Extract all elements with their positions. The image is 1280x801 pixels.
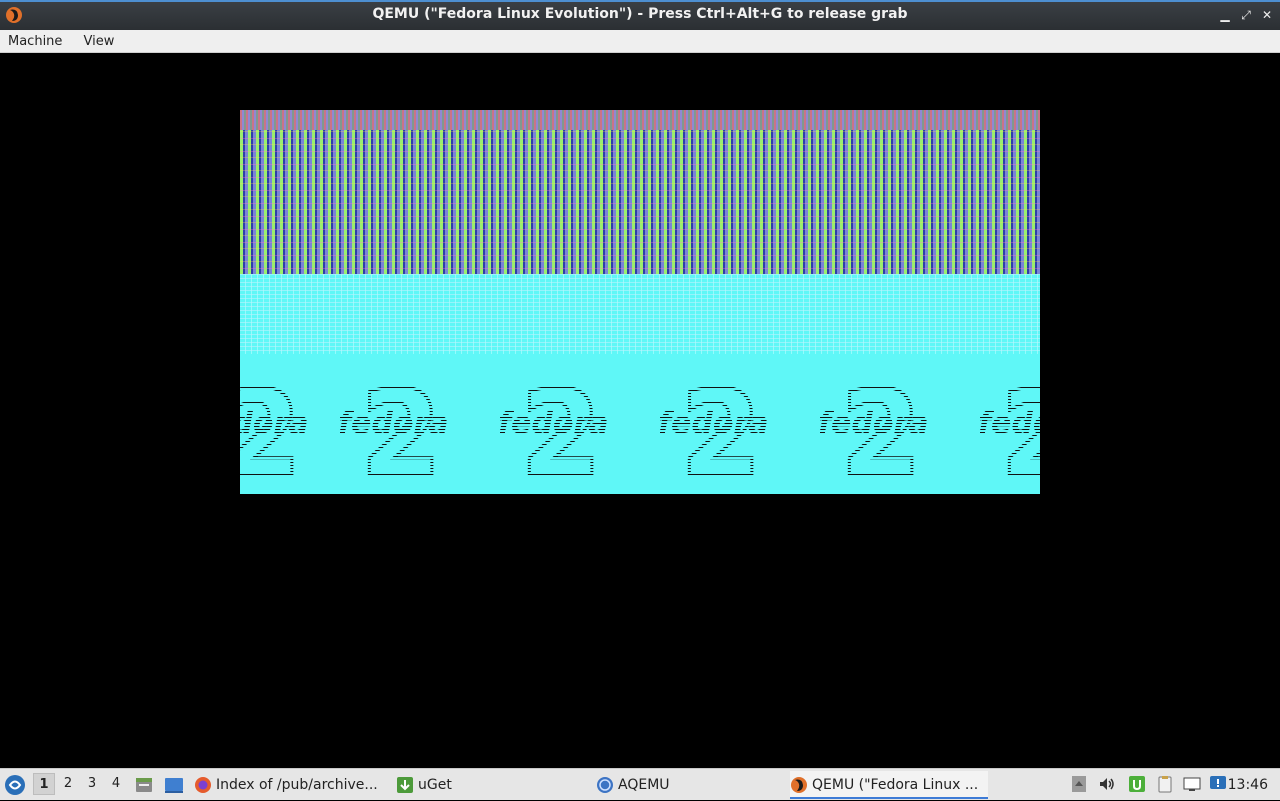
start-menu-icon[interactable] xyxy=(4,774,26,796)
svg-text:fedora: fedora xyxy=(660,406,769,441)
workspace-2[interactable]: 2 xyxy=(57,773,79,795)
garbled-band-top xyxy=(240,110,1040,130)
minimize-button[interactable]: ▁ xyxy=(1218,8,1232,22)
svg-text:fedora: fedora xyxy=(820,406,929,441)
show-desktop-icon[interactable] xyxy=(164,775,184,795)
task-aqemu[interactable]: AQEMU xyxy=(596,771,686,799)
scroll-up-icon[interactable] xyxy=(1070,775,1088,793)
clipboard-icon[interactable] xyxy=(1156,775,1174,793)
guest-framebuffer[interactable]: 2 fedora 2 fedora 2 fedora 2 fedora 2 fedora 2 fedo… xyxy=(240,110,1040,494)
task-qemu-label: QEMU ("Fedora Linux ... xyxy=(812,777,979,793)
window-title: QEMU ("Fedora Linux Evolution") - Press … xyxy=(372,6,908,22)
fedora-logo-tile: 2fedora xyxy=(660,378,769,482)
aqemu-icon xyxy=(597,777,613,793)
volume-icon[interactable] xyxy=(1098,775,1116,793)
task-uget-label: uGet xyxy=(418,777,452,793)
task-firefox[interactable]: Index of /pub/archive... xyxy=(194,771,386,799)
menu-view[interactable]: View xyxy=(76,31,123,49)
workspace-3[interactable]: 3 xyxy=(81,773,103,795)
menu-machine[interactable]: Machine xyxy=(0,31,70,49)
fedora-logo-row: 2 fedora 2 fedora 2 fedora 2 fedora 2 fedora 2 fedo… xyxy=(240,378,1040,482)
svg-text:fedora: fedora xyxy=(500,406,609,441)
task-uget[interactable]: uGet xyxy=(396,771,486,799)
svg-text:fedora: fedora xyxy=(240,406,309,441)
fedora-logo-tile: 2fedora xyxy=(500,378,609,482)
fedora-logo-tile: 2fedora xyxy=(340,378,449,482)
garbled-stripe-band xyxy=(240,130,1040,274)
workspace-4[interactable]: 4 xyxy=(105,773,127,795)
svg-text:fedora: fedora xyxy=(340,406,449,441)
svg-text:fedora: fedora xyxy=(980,406,1040,441)
network-icon[interactable] xyxy=(1183,775,1201,793)
taskbar: 1 2 3 4 Index of /pub/archive... uGet AQ… xyxy=(0,768,1280,800)
maximize-button[interactable]: ⤢ xyxy=(1239,8,1253,22)
window-titlebar[interactable]: QEMU ("Fedora Linux Evolution") - Press … xyxy=(0,0,1280,30)
uget-icon xyxy=(397,777,413,793)
workspace-1[interactable]: 1 xyxy=(33,773,55,795)
notification-icon[interactable] xyxy=(1209,775,1227,793)
file-manager-icon[interactable] xyxy=(134,775,154,795)
task-qemu[interactable]: QEMU ("Fedora Linux ... xyxy=(790,771,988,799)
qemu-icon xyxy=(791,777,807,793)
uget-tray-icon[interactable] xyxy=(1128,775,1146,793)
guest-display[interactable]: 2 fedora 2 fedora 2 fedora 2 fedora 2 fedora 2 fedo… xyxy=(0,53,1280,768)
task-aqemu-label: AQEMU xyxy=(618,777,670,793)
fedora-logo-tile: 2fedora xyxy=(820,378,929,482)
close-button[interactable]: ✕ xyxy=(1260,8,1274,22)
fedora-logo-tile: 2fedora xyxy=(980,378,1040,482)
garbled-noise-band xyxy=(240,274,1040,354)
clock[interactable]: 13:46 xyxy=(1228,769,1268,801)
menubar: Machine View xyxy=(0,30,1280,53)
fedora-logo-tile: 2fedora xyxy=(240,378,309,482)
firefox-icon xyxy=(195,777,211,793)
task-firefox-label: Index of /pub/archive... xyxy=(216,777,378,793)
